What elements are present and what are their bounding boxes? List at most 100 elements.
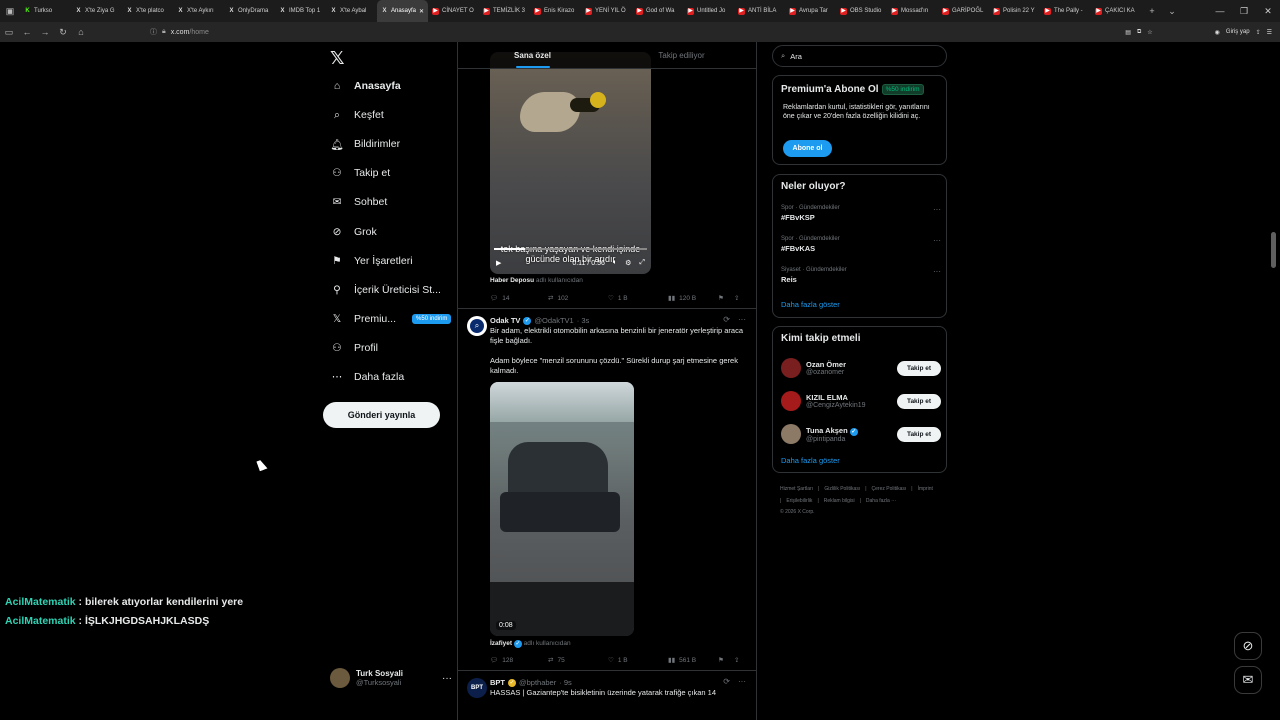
browser-tab[interactable]: ▶ Polisin 22 Y (989, 0, 1040, 22)
follow-suggestion[interactable]: Tuna Akşen ✓ @pintipanda Takip et (781, 423, 941, 445)
follow-button[interactable]: Takip et (897, 426, 941, 442)
nav-item-person[interactable]: ⚇ Profil (330, 337, 460, 359)
maximize-icon[interactable]: ❐ (1232, 6, 1256, 17)
more-dots-icon[interactable]: ··· (933, 205, 941, 214)
url-field[interactable]: ⓘ 🔒︎ x.com/home (150, 25, 1140, 39)
footer-link[interactable]: Reklam bilgisi (824, 498, 855, 504)
reload-icon[interactable]: ↻ (54, 27, 72, 38)
grok-icon[interactable]: ⟳ (723, 315, 730, 324)
trend-item[interactable]: Spor · Gündemdekiler #FBvKAS ··· (781, 236, 941, 253)
browser-tab[interactable]: ▶ CİNAYET O (428, 0, 479, 22)
footer-link[interactable]: Hizmet Şartları (780, 486, 813, 492)
browser-tab[interactable]: K Turkso (20, 0, 71, 22)
favorite-star-icon[interactable]: ☆ (1147, 29, 1152, 36)
browser-tab[interactable]: ▶ OBS Studio (836, 0, 887, 22)
share-button[interactable]: ⇪ (734, 294, 748, 302)
trend-item[interactable]: Spor · Gündemdekiler #FBvKSP ··· (781, 205, 941, 222)
trend-item[interactable]: Siyaset · Gündemdekiler Reis ··· (781, 267, 941, 284)
tweet-time[interactable]: · 3s (577, 316, 590, 325)
views-button[interactable]: ▮▮ 120 B (668, 294, 718, 303)
browser-tab[interactable]: X Anasayfa ✕ (377, 0, 428, 22)
nav-item-x-logo[interactable]: 𝕏 Premiu... %50 indirim (330, 308, 460, 330)
browser-tab[interactable]: X X'te Ziya G (71, 0, 122, 22)
video-player[interactable]: tek başına yaşayan ve kendi işinde gücün… (490, 52, 651, 274)
tweet-time[interactable]: · 9s (559, 678, 572, 687)
nav-item-add-person[interactable]: ⚇ Takip et (330, 162, 460, 184)
post-button[interactable]: Gönderi yayınla (323, 402, 440, 428)
messages-float-button[interactable]: ✉ (1234, 666, 1262, 694)
video-progress-bar[interactable] (494, 248, 647, 250)
reply-button[interactable]: 💬︎ 14 (490, 294, 548, 303)
sidebar-toggle-icon[interactable]: ▭ (0, 27, 18, 38)
more-dots-icon[interactable]: ··· (738, 315, 746, 324)
repost-button[interactable]: ⇄ 102 (548, 294, 608, 303)
more-dots-icon[interactable]: ··· (442, 673, 452, 684)
repost-button[interactable]: ⇄ 75 (548, 656, 608, 665)
minimize-icon[interactable]: — (1208, 6, 1232, 16)
author-handle[interactable]: @bpthaber (519, 678, 556, 687)
more-dots-icon[interactable]: ··· (933, 267, 941, 276)
browser-tab[interactable]: ▶ YENİ YIL Ö (581, 0, 632, 22)
browser-tab[interactable]: X X'te platco (122, 0, 173, 22)
browser-tab[interactable]: ▶ Avrupa Tar (785, 0, 836, 22)
subscribe-button[interactable]: Abone ol (783, 140, 832, 157)
browser-tab[interactable]: ▶ GARİPOĞL (938, 0, 989, 22)
browser-tab[interactable]: ▶ ANTİ BİLA (734, 0, 785, 22)
suggestion-name[interactable]: KIZIL ELMA (806, 393, 866, 402)
bookmark-button[interactable]: ⚑ (718, 656, 734, 664)
close-window-icon[interactable]: ✕ (1256, 6, 1280, 17)
footer-link[interactable]: Erişilebilirlik (786, 498, 812, 504)
browser-tab[interactable]: ▶ The Pally - (1040, 0, 1091, 22)
screenshot-icon[interactable]: ⧉ (1137, 29, 1141, 36)
footer-link[interactable]: İmprint (918, 486, 933, 492)
close-tab-icon[interactable]: ✕ (419, 8, 424, 15)
browser-tab[interactable]: ▶ Enis Kirazo (530, 0, 581, 22)
author-handle[interactable]: @OdakTV1 (534, 316, 573, 325)
nav-item-bookmark[interactable]: ⚑ Yer İşaretleri (330, 250, 460, 272)
avatar[interactable] (781, 391, 801, 411)
nav-item-home[interactable]: ⌂ Anasayfa (330, 75, 460, 97)
footer-link[interactable]: Gizlilik Politikası (824, 486, 860, 492)
x-logo-icon[interactable]: 𝕏 (330, 48, 345, 69)
browser-tab[interactable]: ▶ ÇAKICI KA (1091, 0, 1142, 22)
browser-tab[interactable]: X OnlyDrama (224, 0, 275, 22)
browser-tab[interactable]: ▶ Mossad'ın (887, 0, 938, 22)
scrollbar[interactable] (1271, 232, 1276, 268)
nav-item-search[interactable]: ⌕ Keşfet (330, 104, 460, 126)
nav-item-creator[interactable]: ⚲ İçerik Üreticisi St... (330, 279, 460, 301)
extensions-icon[interactable]: ⇪ (1256, 29, 1261, 36)
suggestion-name[interactable]: Ozan Ömer (806, 360, 846, 369)
suggestion-name[interactable]: Tuna Akşen ✓ (806, 426, 858, 436)
avatar[interactable] (781, 424, 801, 444)
browser-tab[interactable]: ▶ TEMİZLİK 3 (479, 0, 530, 22)
nav-item-grok[interactable]: ⊘ Grok (330, 221, 460, 243)
footer-link[interactable]: Çerez Politikası (872, 486, 907, 492)
forward-icon[interactable]: → (36, 27, 54, 37)
video-player[interactable]: 0:08 (490, 382, 634, 636)
search-input[interactable]: ⌕ Ara (772, 45, 947, 67)
new-tab-button[interactable]: + (1142, 6, 1162, 16)
avatar[interactable]: BPT (467, 678, 487, 698)
more-dots-icon[interactable]: ··· (933, 236, 941, 245)
tab-actions-icon[interactable]: ▣ (0, 6, 20, 17)
mute-icon[interactable]: 🔈︎ (613, 259, 617, 267)
follow-button[interactable]: Takip et (897, 360, 941, 376)
video-source-name[interactable]: Haber Deposu (490, 277, 534, 284)
browser-tab[interactable]: X X'te Aykırı (173, 0, 224, 22)
browser-tab[interactable]: ▶ God of Wa (632, 0, 683, 22)
browser-menu-icon[interactable]: ☰ (1267, 29, 1272, 36)
show-more-link[interactable]: Daha fazla göster (781, 456, 840, 465)
share-button[interactable]: ⇪ (734, 656, 748, 664)
account-switcher[interactable]: Turk Sosyali @Turksosyali ··· (330, 666, 452, 690)
home-browser-icon[interactable]: ⌂ (72, 27, 90, 37)
reader-icon[interactable]: ▤ (1125, 29, 1131, 36)
browser-tab[interactable]: ▶ Untitled Jo (683, 0, 734, 22)
author-name[interactable]: Odak TV (490, 316, 520, 325)
tab-list-chevron-icon[interactable]: ⌄ (1162, 6, 1182, 17)
reply-button[interactable]: 💬︎ 128 (490, 656, 548, 665)
like-button[interactable]: ♡ 1 B (608, 656, 668, 665)
video-source-name[interactable]: İzafiyet (490, 640, 512, 647)
follow-suggestion[interactable]: KIZIL ELMA @CengizAytekin19 Takip et (781, 390, 941, 412)
tab-for-you[interactable]: Sana özel (458, 42, 607, 68)
more-dots-icon[interactable]: ··· (738, 677, 746, 686)
